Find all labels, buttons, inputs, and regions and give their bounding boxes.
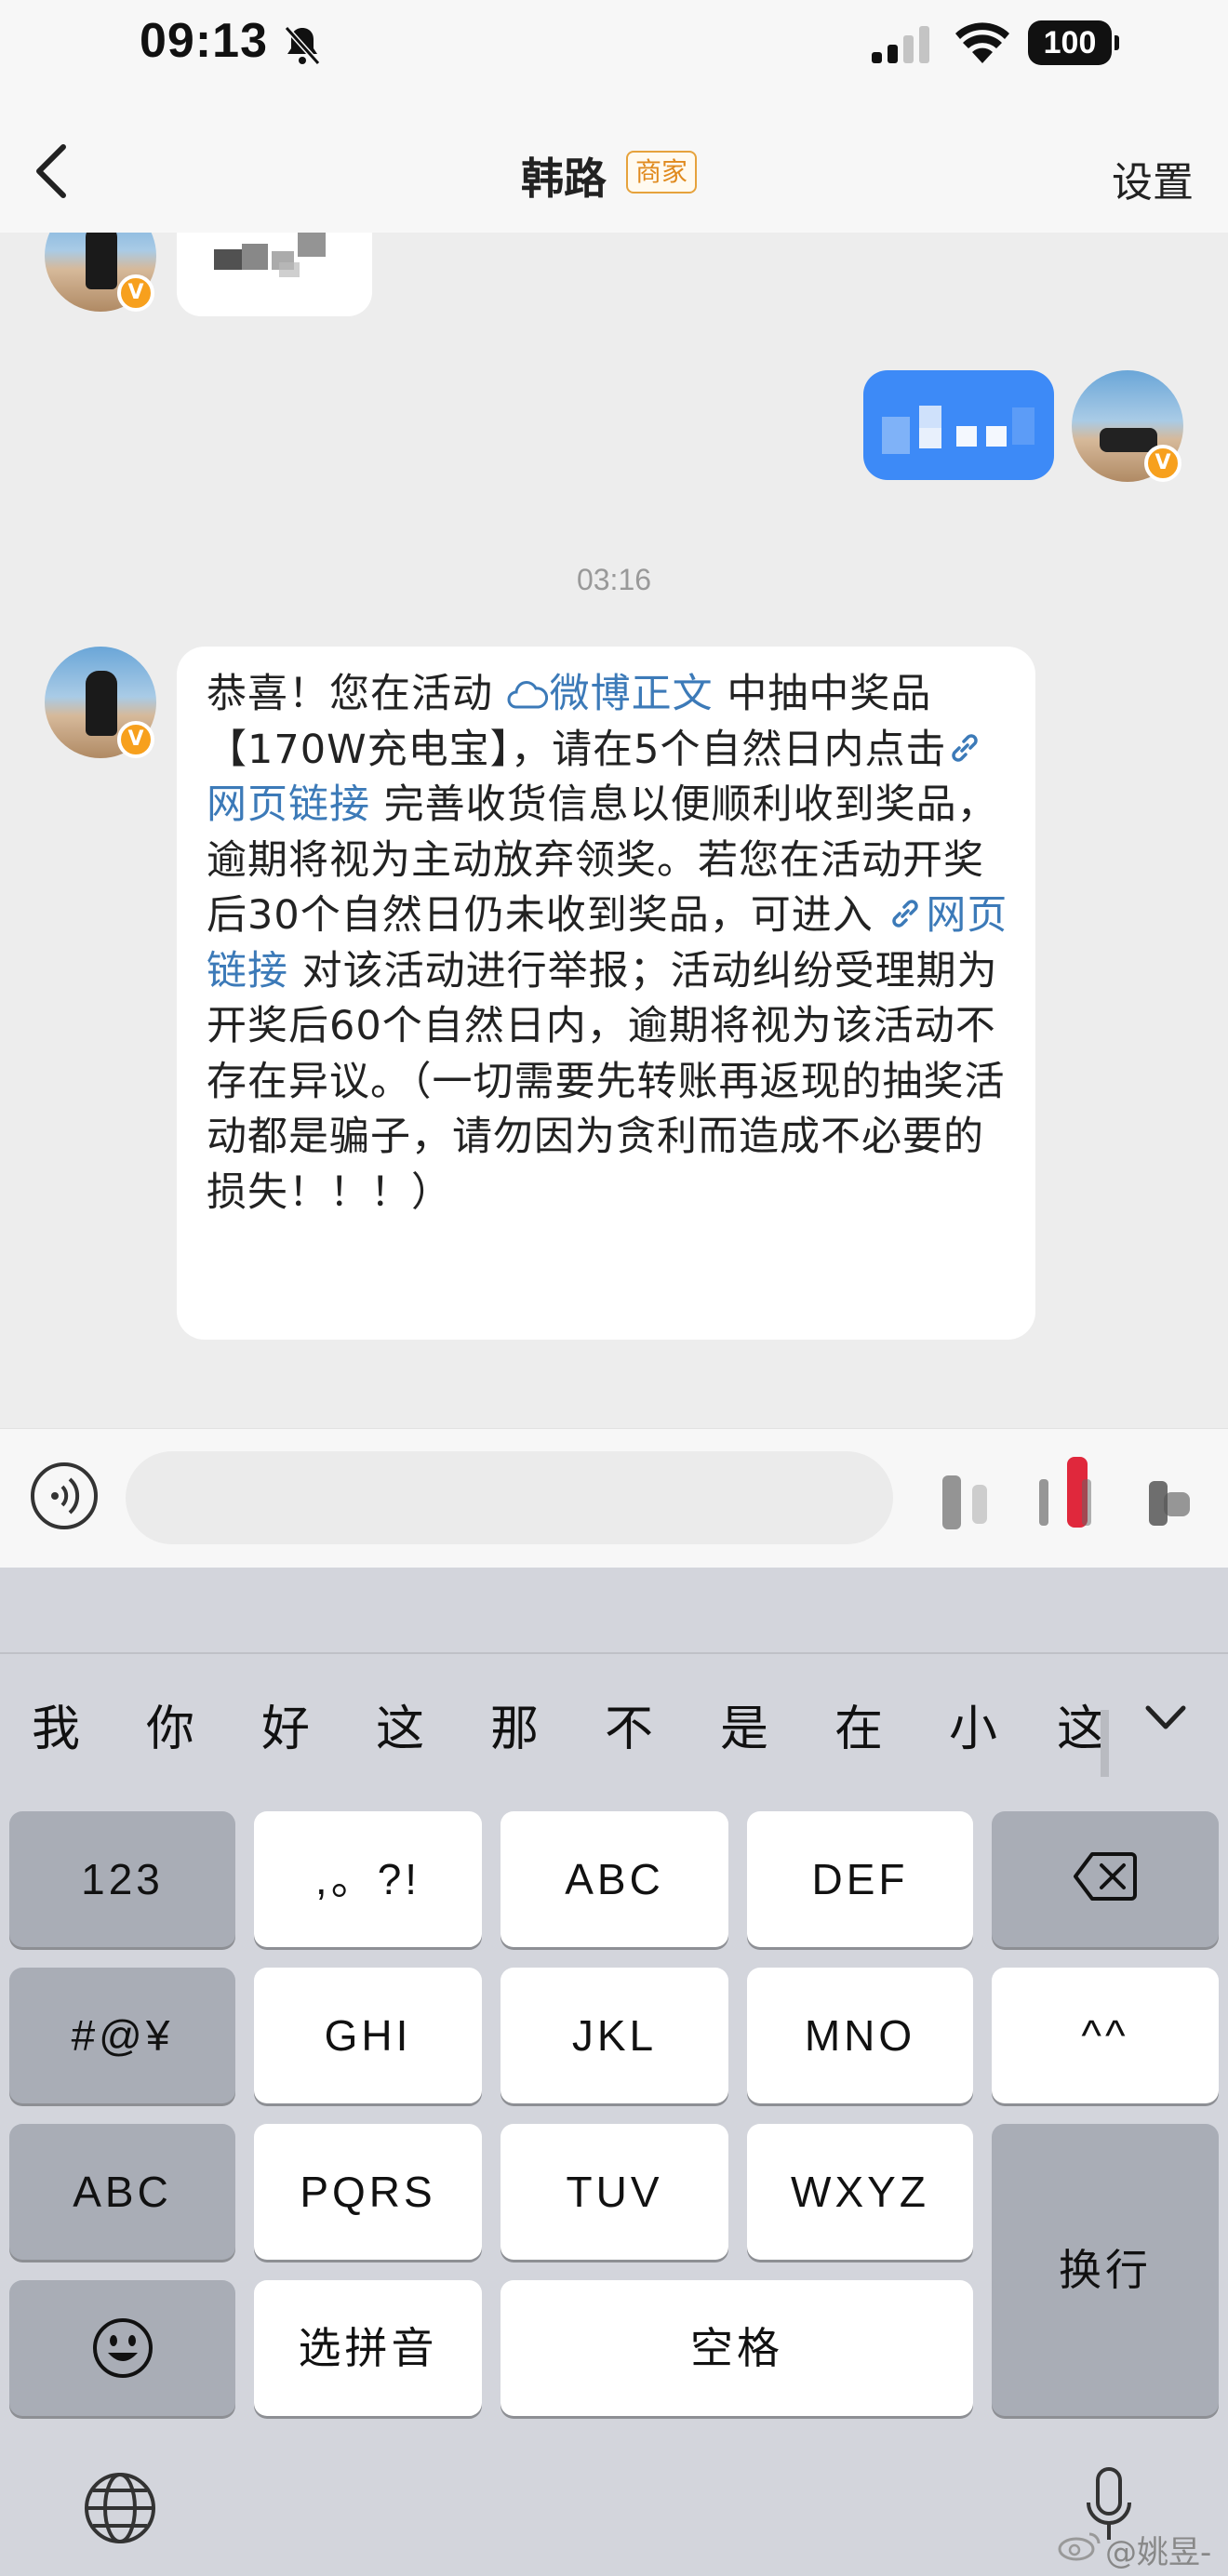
chat-messages[interactable]: V V 03:16 V 恭喜！您在活动 微博正文 中抽中奖品【170W充电宝】，… [0, 233, 1228, 1428]
candidate-word[interactable]: 那 [487, 1689, 542, 1759]
candidate-word[interactable]: 这 [1057, 1689, 1101, 1759]
message-text: 恭喜！您在活动 [207, 671, 507, 717]
candidate-word[interactable]: 小 [945, 1689, 1001, 1759]
weibo-logo-icon [1058, 2532, 1101, 2561]
voice-input-button[interactable] [31, 1462, 98, 1529]
key-ghi[interactable]: GHI [254, 1968, 482, 2103]
candidate-divider [1101, 1710, 1109, 1777]
globe-icon[interactable] [82, 2470, 158, 2546]
link-icon [952, 733, 979, 762]
key-space[interactable]: 空格 [501, 2280, 973, 2416]
verified-icon: V [117, 274, 154, 312]
weibo-cloud-icon [507, 681, 548, 709]
candidate-word[interactable]: 这 [372, 1689, 428, 1759]
weibo-post-link[interactable]: 微博正文 [507, 671, 714, 717]
candidate-word[interactable]: 是 [716, 1689, 772, 1759]
expand-candidates-chevron-down-icon[interactable] [1142, 1699, 1189, 1736]
status-time: 09:13 [140, 14, 268, 68]
message-text: 对该活动进行举报；活动纠纷受理期为开奖后60个自然日内，逾期将视为该活动不存在异… [207, 947, 1006, 1216]
message-bubble-incoming[interactable] [177, 233, 372, 316]
cellular-signal-icon [872, 26, 929, 63]
pixelated-content-icon [214, 233, 326, 277]
message-input-bar [0, 1428, 1228, 1568]
battery-indicator: 100 [1028, 20, 1119, 65]
candidate-word[interactable]: 你 [142, 1689, 198, 1759]
back-chevron-icon[interactable] [26, 140, 78, 203]
key-kaomoji[interactable]: ^^ [992, 1968, 1219, 2103]
merchant-badge: 商家 [626, 151, 698, 194]
key-pqrs[interactable]: PQRS [254, 2124, 482, 2260]
prize-notification-message: 恭喜！您在活动 微博正文 中抽中奖品【170W充电宝】，请在5个自然日内点击网页… [177, 647, 1035, 1340]
key-abc[interactable]: ABC [501, 1811, 728, 1947]
key-delete[interactable] [992, 1811, 1219, 1947]
chat-header: 韩路 商家 设置 [0, 93, 1228, 233]
watermark: @姚昱- [1105, 2534, 1212, 2571]
key-def[interactable]: DEF [747, 1811, 973, 1947]
keyboard: 我 你 好 这 那 不 是 在 小 这 123 ,。?! ABC DEF #@¥… [0, 1568, 1228, 2576]
blurred-toolbar-icons[interactable] [935, 1448, 1205, 1550]
candidate-word[interactable]: 不 [601, 1689, 657, 1759]
message-timestamp: 03:16 [576, 563, 652, 596]
key-123[interactable]: 123 [9, 1811, 235, 1947]
key-select-pinyin[interactable]: 选拼音 [254, 2280, 482, 2416]
settings-button[interactable]: 设置 [1112, 149, 1194, 208]
key-emoji[interactable] [9, 2280, 235, 2416]
key-jkl[interactable]: JKL [501, 1968, 728, 2103]
pixelated-content-icon [882, 406, 1034, 454]
key-wxyz[interactable]: WXYZ [747, 2124, 973, 2260]
candidate-word[interactable]: 好 [258, 1689, 314, 1759]
backspace-icon [1074, 1852, 1137, 1901]
link-icon [892, 900, 919, 928]
silent-bell-icon [284, 25, 321, 66]
chat-title: 韩路 [521, 153, 607, 204]
voice-wave-icon [51, 1477, 80, 1515]
key-tuv[interactable]: TUV [501, 2124, 728, 2260]
key-abc-switch[interactable]: ABC [9, 2124, 235, 2260]
verified-icon: V [117, 721, 154, 758]
candidate-word[interactable]: 我 [28, 1689, 84, 1759]
verified-icon: V [1144, 445, 1181, 482]
candidate-bar: 我 你 好 这 那 不 是 在 小 这 [0, 1654, 1228, 1780]
candidate-word[interactable]: 在 [831, 1689, 887, 1759]
status-bar: 09:13 100 [0, 0, 1228, 93]
message-input[interactable] [126, 1451, 893, 1544]
key-symbols[interactable]: #@¥ [9, 1968, 235, 2103]
emoji-smiley-icon [92, 2318, 153, 2378]
keyboard-top-strip [0, 1568, 1228, 1654]
key-mno[interactable]: MNO [747, 1968, 973, 2103]
key-return[interactable]: 换行 [992, 2124, 1219, 2416]
message-bubble-outgoing[interactable] [863, 370, 1054, 480]
key-punctuation[interactable]: ,。?! [254, 1811, 482, 1947]
wifi-icon [955, 22, 1009, 63]
